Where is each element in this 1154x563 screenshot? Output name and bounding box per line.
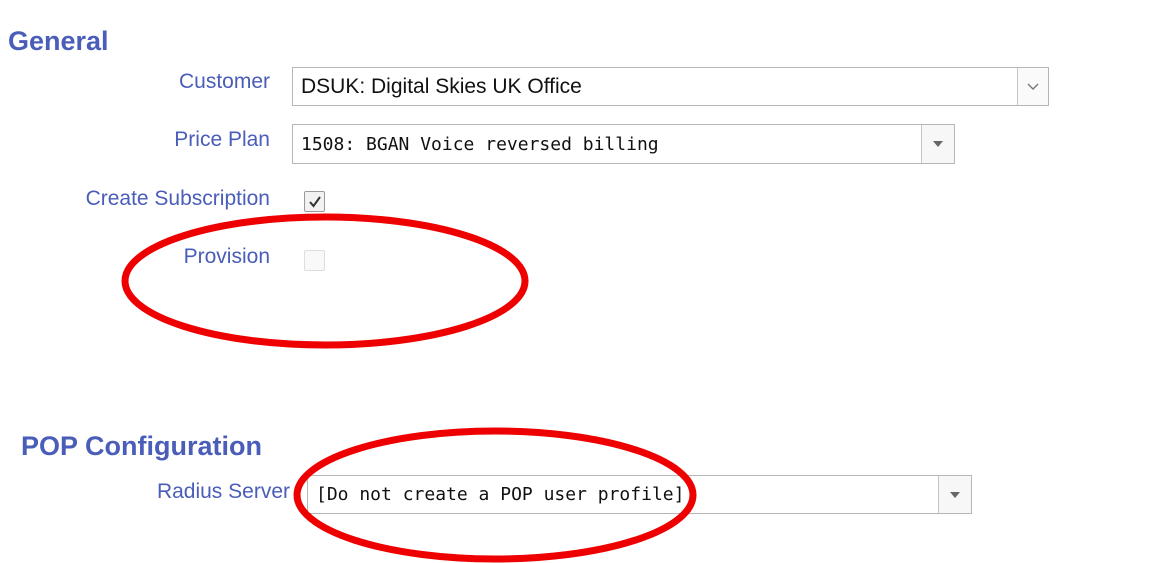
checkmark-icon	[309, 196, 321, 208]
price-plan-dropdown-button[interactable]	[921, 125, 954, 163]
radius-server-dropdown-button[interactable]	[938, 476, 971, 513]
provision-checkbox[interactable]	[304, 250, 325, 271]
radius-server-label: Radius Server	[156, 480, 290, 503]
radius-server-select-value: [Do not create a POP user profile]	[316, 484, 685, 505]
customer-dropdown-button[interactable]	[1017, 68, 1048, 105]
customer-select-value: DSUK: Digital Skies UK Office	[301, 74, 582, 98]
provision-highlight-ellipse	[121, 213, 529, 349]
create-subscription-label: Create Subscription	[85, 187, 270, 210]
radius-server-select[interactable]: [Do not create a POP user profile]	[307, 475, 972, 514]
general-section-title: General	[8, 26, 109, 56]
create-subscription-checkbox[interactable]	[304, 191, 325, 212]
price-plan-label: Price Plan	[174, 128, 270, 151]
caret-down-icon	[933, 141, 943, 147]
chevron-down-icon	[1027, 83, 1039, 90]
caret-down-icon	[950, 491, 960, 498]
pop-configuration-section-title: POP Configuration	[21, 431, 262, 461]
customer-select[interactable]: DSUK: Digital Skies UK Office	[292, 67, 1049, 106]
price-plan-select[interactable]: 1508: BGAN Voice reversed billing	[292, 124, 955, 164]
customer-label: Customer	[178, 70, 270, 93]
provision-label: Provision	[183, 245, 270, 268]
price-plan-select-value: 1508: BGAN Voice reversed billing	[301, 133, 659, 155]
